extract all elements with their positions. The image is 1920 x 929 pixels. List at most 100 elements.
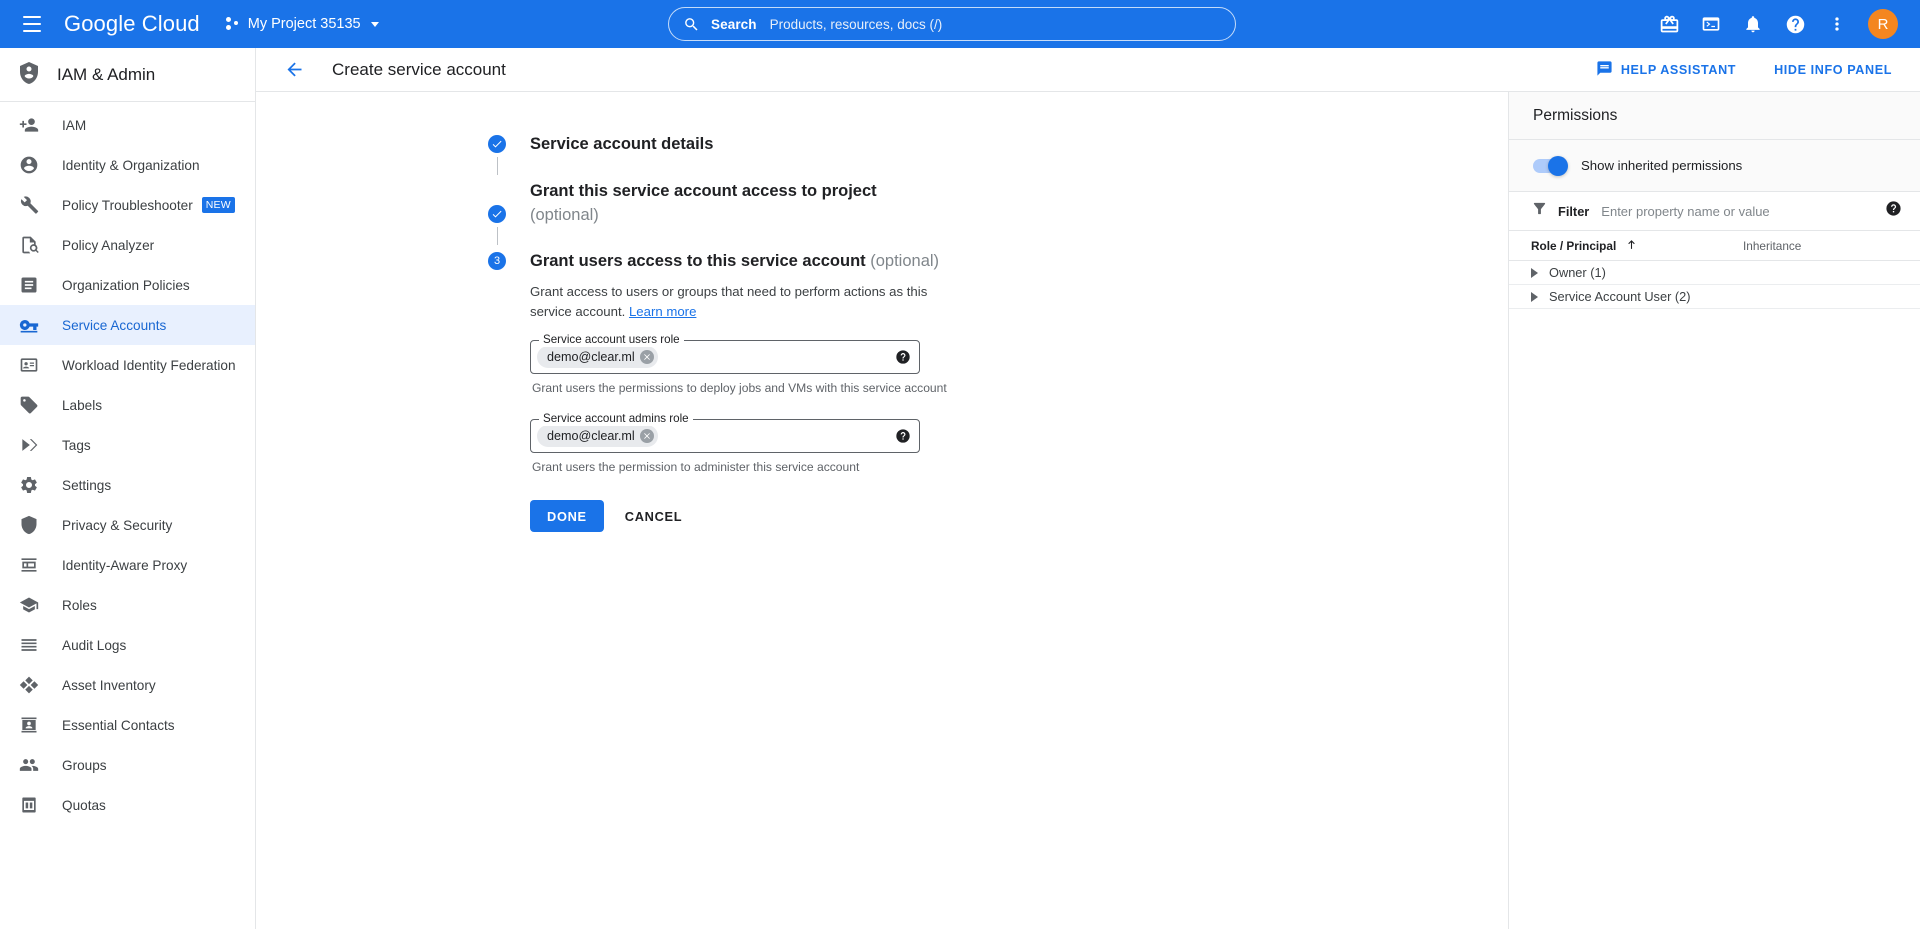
list-document-icon: [18, 274, 40, 296]
sidebar-item-identity-organization[interactable]: Identity & Organization: [0, 145, 255, 185]
sidebar-item-settings[interactable]: Settings: [0, 465, 255, 505]
notifications-bell-icon[interactable]: [1734, 5, 1772, 43]
field-help-icon[interactable]: [895, 428, 911, 444]
document-search-icon: [18, 234, 40, 256]
search-input[interactable]: [768, 16, 1221, 33]
step-connector: [497, 157, 498, 175]
google-cloud-logo[interactable]: Google Cloud: [64, 11, 200, 37]
sidebar-item-label: Policy Troubleshooter: [62, 198, 193, 213]
step-3-body: Grant users access to this service accou…: [508, 249, 1256, 532]
chip-remove-icon[interactable]: [640, 350, 654, 364]
sidebar-item-workload-identity-federation[interactable]: Workload Identity Federation: [0, 345, 255, 385]
role-field-0[interactable]: Service account users roledemo@clear.ml: [530, 340, 920, 374]
sidebar-item-groups[interactable]: Groups: [0, 745, 255, 785]
learn-more-link[interactable]: Learn more: [629, 304, 696, 319]
sidebar-item-label: Essential Contacts: [62, 718, 175, 733]
sidebar-item-iam[interactable]: IAM: [0, 105, 255, 145]
sidebar-item-service-accounts[interactable]: Service Accounts: [0, 305, 255, 345]
show-inherited-permissions-row[interactable]: Show inherited permissions: [1509, 140, 1920, 191]
permissions-table-row[interactable]: Service Account User (2): [1509, 285, 1920, 309]
search-icon: [683, 16, 700, 33]
help-assistant-button[interactable]: HELP ASSISTANT: [1588, 54, 1744, 86]
triangle-right-icon[interactable]: [1531, 292, 1538, 302]
sidebar-item-labels[interactable]: Labels: [0, 385, 255, 425]
wrench-icon: [18, 194, 40, 216]
step-3-title-text: Grant users access to this service accou…: [530, 252, 866, 270]
field-help-icon[interactable]: [895, 349, 911, 365]
wizard-step-2[interactable]: Grant this service account access to pro…: [486, 179, 1256, 249]
sidebar-item-roles[interactable]: Roles: [0, 585, 255, 625]
sidebar-item-audit-logs[interactable]: Audit Logs: [0, 625, 255, 665]
help-assistant-label: HELP ASSISTANT: [1621, 63, 1736, 77]
step-2-title-text: Grant this service account access to pro…: [530, 182, 877, 200]
triangle-right-icon[interactable]: [1531, 268, 1538, 278]
wizard-step-3[interactable]: 3 Grant users access to this service acc…: [486, 249, 1256, 532]
step-3-marker: 3: [486, 249, 508, 532]
principal-chip[interactable]: demo@clear.ml: [537, 346, 658, 368]
principal-chip-label: demo@clear.ml: [547, 350, 635, 364]
step-number-badge: 3: [488, 252, 506, 270]
sidebar-item-asset-inventory[interactable]: Asset Inventory: [0, 665, 255, 705]
sidebar-item-label: Labels: [62, 398, 102, 413]
step-2-optional: (optional): [530, 206, 599, 224]
cancel-button[interactable]: CANCEL: [612, 500, 696, 532]
gifts-icon[interactable]: [1650, 5, 1688, 43]
show-inherited-permissions-toggle[interactable]: [1533, 159, 1567, 173]
sidebar-item-policy-analyzer[interactable]: Policy Analyzer: [0, 225, 255, 265]
sidebar-item-label: Workload Identity Federation: [62, 358, 236, 373]
sidebar-item-quotas[interactable]: Quotas: [0, 785, 255, 825]
sidebar-item-privacy-security[interactable]: Privacy & Security: [0, 505, 255, 545]
project-selector[interactable]: My Project 35135: [226, 16, 379, 32]
arrow-back-icon[interactable]: [278, 54, 310, 86]
sidebar-item-label: IAM: [62, 118, 86, 133]
sidebar-item-label: Groups: [62, 758, 107, 773]
wizard-actions: DONE CANCEL: [530, 500, 1256, 532]
cloud-shell-icon[interactable]: [1692, 5, 1730, 43]
sidebar-item-policy-troubleshooter[interactable]: Policy TroubleshooterNEW: [0, 185, 255, 225]
chip-remove-icon[interactable]: [640, 429, 654, 443]
column-header-role-principal[interactable]: Role / Principal: [1531, 238, 1743, 254]
principal-chip[interactable]: demo@clear.ml: [537, 425, 658, 447]
role-field-label: Service account users role: [539, 333, 684, 347]
filter-bar[interactable]: Filter: [1509, 191, 1920, 231]
sidebar-item-label: Policy Analyzer: [62, 238, 154, 253]
tag-arrow-icon: [18, 434, 40, 456]
avatar[interactable]: R: [1868, 9, 1898, 39]
sidebar-item-essential-contacts[interactable]: Essential Contacts: [0, 705, 255, 745]
filter-input[interactable]: [1599, 203, 1875, 220]
wizard-step-1[interactable]: Service account details: [486, 132, 1256, 179]
check-circle-icon: [488, 205, 506, 223]
help-circle-icon[interactable]: [1776, 5, 1814, 43]
sidebar-item-identity-aware-proxy[interactable]: Identity-Aware Proxy: [0, 545, 255, 585]
step-1-title: Service account details: [530, 132, 1256, 156]
role-field-label: Service account admins role: [539, 412, 693, 426]
sidebar-item-label: Roles: [62, 598, 97, 613]
more-vertical-icon[interactable]: [1818, 5, 1856, 43]
sidebar-item-label: Asset Inventory: [62, 678, 156, 693]
hide-info-panel-button[interactable]: HIDE INFO PANEL: [1766, 57, 1900, 83]
sidebar-item-organization-policies[interactable]: Organization Policies: [0, 265, 255, 305]
page-title: Create service account: [332, 60, 506, 80]
contact-card-icon: [18, 714, 40, 736]
permissions-table-row[interactable]: Owner (1): [1509, 261, 1920, 285]
account-circle-icon: [18, 154, 40, 176]
sidebar-item-tags[interactable]: Tags: [0, 425, 255, 465]
hamburger-menu-icon[interactable]: [8, 0, 56, 48]
role-field-group: Service account users roledemo@clear.mlG…: [530, 340, 1256, 395]
role-field-1[interactable]: Service account admins roledemo@clear.ml: [530, 419, 920, 453]
filter-help-icon[interactable]: [1885, 200, 1902, 222]
permissions-row-role: Owner (1): [1549, 265, 1606, 280]
step-1-body: Service account details: [508, 132, 1256, 179]
filter-icon[interactable]: [1531, 200, 1548, 222]
sidebar-product-header: IAM & Admin: [0, 55, 255, 95]
step-2-title: Grant this service account access to pro…: [530, 179, 1256, 227]
done-button[interactable]: DONE: [530, 500, 604, 532]
top-bar-actions: R: [1650, 5, 1908, 43]
role-field-hint: Grant users the permission to administer…: [532, 460, 1256, 474]
sidebar-item-label: Service Accounts: [62, 318, 166, 333]
step-3-description: Grant access to users or groups that nee…: [530, 282, 955, 322]
step-connector: [497, 227, 498, 245]
search-bar[interactable]: Search: [668, 7, 1236, 41]
label-tag-icon: [18, 394, 40, 416]
step-3-optional: (optional): [870, 252, 939, 270]
